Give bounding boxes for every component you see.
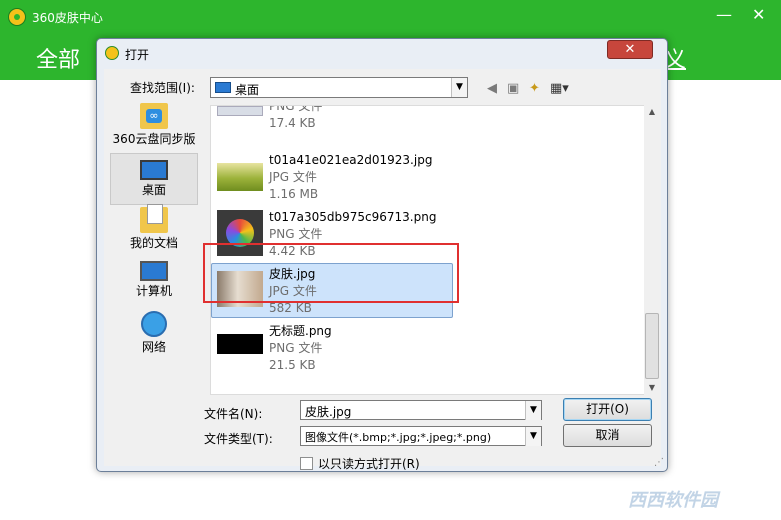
filetype-value: 图像文件(*.bmp;*.jpg;*.jpeg;*.png) [305, 431, 492, 444]
file-name: t017a305db975c96713.png [269, 210, 437, 224]
file-item[interactable]: t01a41e021ea2d01923.jpg JPG 文件 1.16 MB [211, 149, 631, 206]
places-bar: 360云盘同步版 桌面 我的文档 计算机 网络 [110, 99, 198, 389]
filename-label: 文件名(N): [204, 407, 263, 421]
readonly-checkbox[interactable] [300, 457, 313, 470]
open-button[interactable]: 打开(O) [563, 398, 652, 421]
chevron-down-icon[interactable]: ▼ [525, 401, 541, 420]
place-desktop[interactable]: 桌面 [110, 153, 198, 205]
dialog-titlebar[interactable]: 打开 ✕ [97, 39, 667, 67]
look-in-label: 查找范围(I): [130, 81, 195, 95]
file-thumbnail [217, 163, 263, 191]
360-logo-icon [8, 8, 26, 26]
file-thumbnail [217, 334, 263, 354]
file-name: 无标题.png [269, 324, 332, 338]
file-size: 21.5 KB [269, 358, 316, 372]
file-type: JPG 文件 [269, 170, 317, 184]
360-logo-icon [105, 46, 119, 60]
app-title: 360皮肤中心 [32, 11, 103, 25]
file-size: 17.4 KB [269, 116, 316, 130]
file-size: 1.16 MB [269, 187, 319, 201]
desktop-icon [215, 82, 231, 93]
file-type: PNG 文件 [269, 227, 323, 241]
scroll-down-icon[interactable]: ▼ [644, 381, 660, 395]
file-thumbnail [217, 106, 263, 116]
place-label: 360云盘同步版 [112, 132, 196, 146]
chevron-down-icon[interactable]: ▼ [451, 78, 467, 97]
chevron-down-icon[interactable]: ▼ [525, 427, 541, 446]
documents-folder-icon [140, 204, 168, 233]
look-in-value: 桌面 [235, 83, 260, 97]
place-label: 桌面 [141, 183, 166, 197]
network-icon [141, 311, 167, 337]
dialog-close-button[interactable]: ✕ [607, 40, 653, 59]
desktop-icon [140, 160, 168, 180]
computer-icon [140, 261, 168, 281]
dialog-title: 打开 [125, 48, 150, 62]
view-menu-icon[interactable]: ▦▾ [550, 81, 569, 96]
file-item[interactable]: 无标题.png PNG 文件 21.5 KB [211, 320, 631, 377]
filetype-label: 文件类型(T): [204, 432, 273, 446]
filename-combobox[interactable]: 皮肤.jpg ▼ [300, 400, 542, 420]
place-cloud-sync[interactable]: 360云盘同步版 [110, 101, 198, 153]
place-documents[interactable]: 我的文档 [110, 204, 198, 257]
new-folder-icon[interactable]: ✦ [529, 81, 540, 96]
place-label: 计算机 [135, 284, 172, 298]
app-close-button[interactable]: ✕ [752, 5, 765, 24]
dialog-body: 查找范围(I): 桌面 ▼ ◀ ▣ ✦ ▦▾ 360云盘同步版 桌面 我的文档 [104, 69, 661, 471]
cancel-button[interactable]: 取消 [563, 424, 652, 447]
open-file-dialog: 打开 ✕ 查找范围(I): 桌面 ▼ ◀ ▣ ✦ ▦▾ 360云盘同步版 桌面 … [96, 38, 668, 472]
look-in-dropdown[interactable]: 桌面 ▼ [210, 77, 468, 98]
readonly-label[interactable]: 以只读方式打开(R) [318, 455, 420, 472]
watermark-logo: 西西软件园 [628, 490, 718, 511]
scrollbar-thumb[interactable] [645, 313, 659, 379]
app-titlebar: 360皮肤中心 — ✕ [0, 0, 781, 34]
nav-tab-all[interactable]: 全部 [36, 42, 80, 74]
file-name: t01a41e021ea2d01923.jpg [269, 153, 433, 167]
cloud-folder-icon [140, 103, 168, 129]
minimize-button[interactable]: — [716, 5, 732, 24]
filename-value: 皮肤.jpg [305, 405, 352, 419]
up-folder-icon[interactable]: ▣ [507, 81, 519, 96]
place-network[interactable]: 网络 [110, 309, 198, 361]
scroll-up-icon[interactable]: ▲ [644, 105, 660, 119]
file-type: PNG 文件 [269, 105, 323, 113]
filetype-select[interactable]: 图像文件(*.bmp;*.jpg;*.jpeg;*.png) ▼ [300, 426, 542, 446]
back-arrow-icon[interactable]: ◀ [487, 81, 497, 96]
file-list-scrollbar[interactable]: ▲ ▼ [644, 105, 660, 395]
place-label: 我的文档 [129, 236, 178, 250]
annotation-red-box [203, 243, 459, 303]
resize-grip-icon[interactable]: ⋰ [654, 457, 664, 468]
place-computer[interactable]: 计算机 [110, 257, 198, 309]
file-item[interactable]: PNG 文件 17.4 KB [211, 105, 631, 149]
file-type: PNG 文件 [269, 341, 323, 355]
place-label: 网络 [141, 340, 166, 354]
